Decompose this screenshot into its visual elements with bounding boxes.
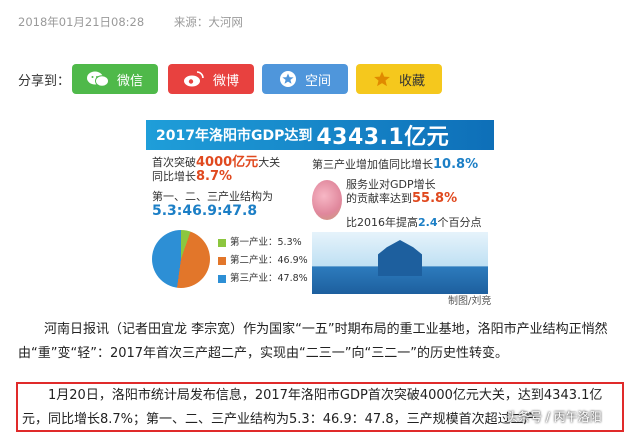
watermark: 头条号 / 丙午洛阳 xyxy=(506,410,602,424)
structure-ratio: 5.3:46.9:47.8 xyxy=(152,203,258,219)
share-qzone-button[interactable]: 空间 xyxy=(262,64,348,94)
legend-swatch xyxy=(218,256,226,265)
share-label: 分享到： xyxy=(18,74,71,89)
legend-label: 第三产业：47.8% xyxy=(230,273,308,284)
share-qzone-label: 空间 xyxy=(304,73,331,89)
article-meta: 2018年01月21日08:28 来源：大河网 xyxy=(18,14,269,30)
increase-c: 个百分点 xyxy=(437,216,482,229)
legend-swatch xyxy=(218,274,226,283)
structure-text: 第一、二、三产业结构为 5.3:46.9:47.8 xyxy=(152,190,273,219)
legend-label: 第一产业：5.3% xyxy=(230,237,302,248)
source-label: 来源：大河网 xyxy=(173,15,243,29)
favorite-button[interactable]: 收藏 xyxy=(356,64,442,94)
banner-prefix: 2017年洛阳市GDP达到 xyxy=(156,128,313,144)
legend-item-secondary: 第二产业：46.9% xyxy=(218,252,308,270)
industry-pie-chart xyxy=(152,230,210,288)
tertiary-growth-label: 第三产业增加值同比增长 xyxy=(312,158,433,171)
share-wechat-label: 微信 xyxy=(116,73,143,89)
gdp-infographic: 2017年洛阳市GDP达到 4343.1亿元 首次突破4000亿元大关 同比增长… xyxy=(146,120,494,305)
favorite-label: 收藏 xyxy=(398,73,425,89)
milestone-a: 首次突破 xyxy=(152,156,196,169)
growth-label: 同比增长 xyxy=(152,170,196,183)
image-credit: 制图/刘竞 xyxy=(448,296,492,307)
share-wechat-button[interactable]: 微信 xyxy=(72,64,158,94)
structure-label: 第一、二、三产业结构为 xyxy=(152,190,273,203)
increase-a: 比2016年提高 xyxy=(346,216,418,229)
article-paragraph-1: 河南日报讯（记者田宜龙 李宗宽）作为国家“一五”时期布局的重工业基地，洛阳市产业… xyxy=(18,322,608,361)
service-contribution-text: 服务业对GDP增长 的贡献率达到55.8% xyxy=(346,178,457,206)
peony-illustration xyxy=(312,180,342,220)
tertiary-growth-text: 第三产业增加值同比增长10.8% xyxy=(312,156,478,172)
publish-date: 2018年01月21日08:28 xyxy=(18,15,145,29)
legend-swatch xyxy=(218,238,226,247)
weibo-icon xyxy=(183,70,205,88)
increase-b: 2.4 xyxy=(418,216,438,229)
service-value: 55.8% xyxy=(412,191,458,206)
banner-value: 4343.1亿元 xyxy=(316,125,450,150)
tertiary-growth-value: 10.8% xyxy=(433,157,479,172)
star-icon xyxy=(373,70,391,88)
milestone-c: 大关 xyxy=(258,156,281,169)
legend-label: 第二产业：46.9% xyxy=(230,255,308,266)
legend-item-tertiary: 第三产业：47.8% xyxy=(218,270,308,288)
share-weibo-label: 微博 xyxy=(212,73,239,89)
share-weibo-button[interactable]: 微博 xyxy=(168,64,254,94)
legend-item-primary: 第一产业：5.3% xyxy=(218,234,308,252)
service-label-b: 的贡献率达到 xyxy=(346,192,412,205)
increase-text: 比2016年提高2.4个百分点 xyxy=(346,214,482,230)
milestone-text: 首次突破4000亿元大关 同比增长8.7% xyxy=(152,156,280,184)
growth-value: 8.7% xyxy=(196,169,233,184)
milestone-b: 4000亿元 xyxy=(196,155,259,170)
infographic-banner: 2017年洛阳市GDP达到 4343.1亿元 xyxy=(146,120,494,150)
pie-legend: 第一产业：5.3% 第二产业：46.9% 第三产业：47.8% xyxy=(218,234,308,288)
service-label-a: 服务业对GDP增长 xyxy=(346,178,436,191)
wechat-icon xyxy=(86,70,109,88)
qzone-icon xyxy=(279,70,297,88)
